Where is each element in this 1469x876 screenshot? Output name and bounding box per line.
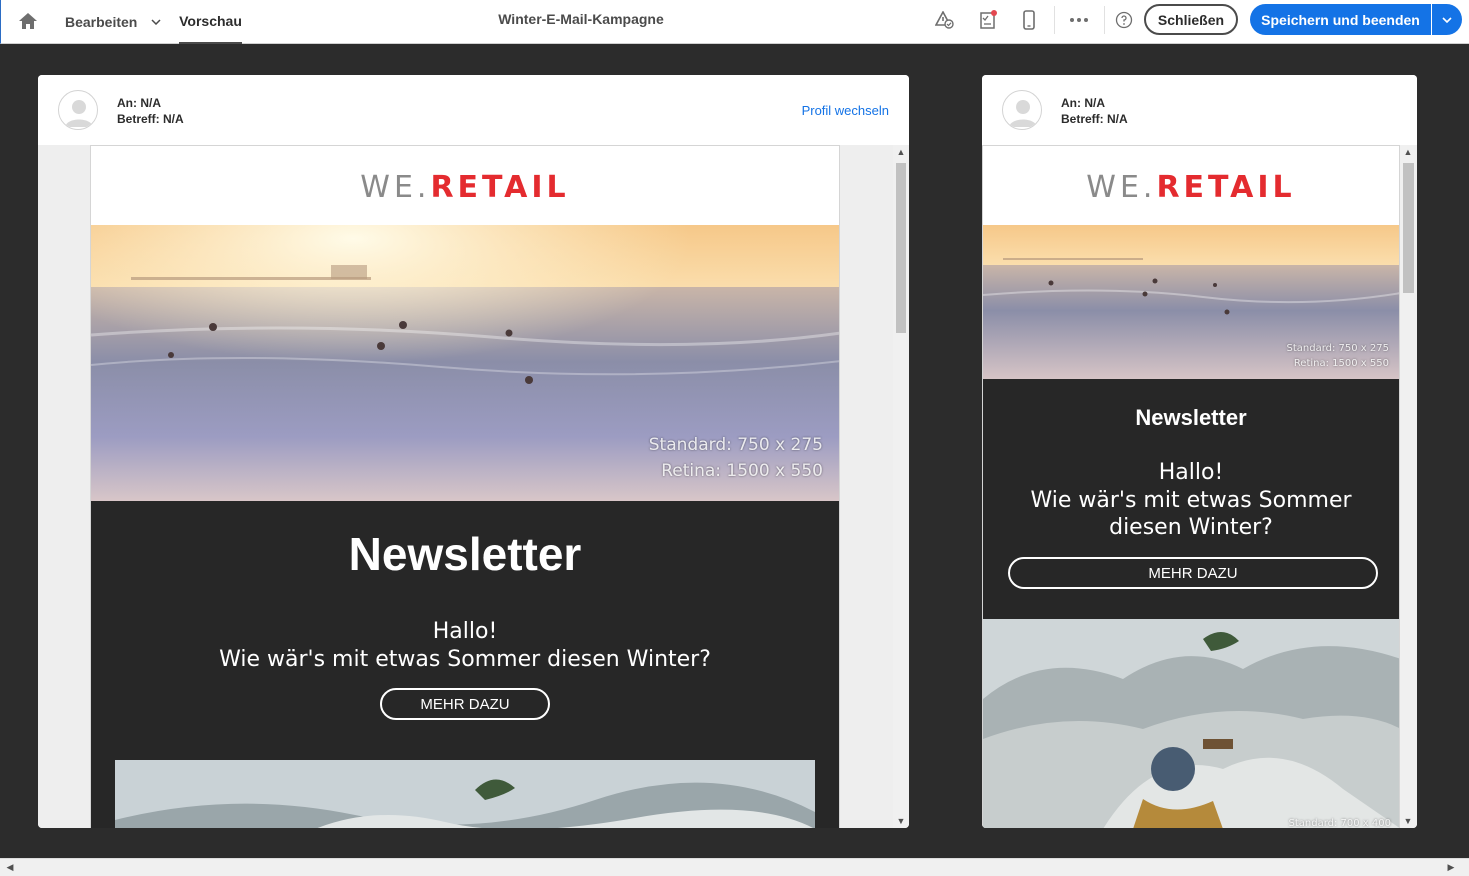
scroll-down-icon[interactable]: ▼ <box>893 816 909 826</box>
newsletter-section: Newsletter Hallo! Wie wär's mit etwas So… <box>91 501 839 828</box>
more-button[interactable]: MEHR DAZU <box>380 688 550 720</box>
subject-label: Betreff: <box>1061 112 1104 126</box>
avatar <box>58 90 98 130</box>
hero-standard-label: Standard: 750 x 275 <box>648 435 823 455</box>
scroll-up-icon[interactable]: ▲ <box>1400 147 1416 157</box>
chevron-down-icon <box>151 19 161 25</box>
logo: WE.RETAIL <box>1086 170 1296 205</box>
email-canvas: WE.RETAIL Standard: 750 x 275 Retina: 15… <box>38 145 893 828</box>
mountain-image <box>115 760 815 828</box>
scroll-right-icon[interactable]: ▶ <box>1443 862 1459 873</box>
help-icon <box>1115 11 1133 29</box>
to-label: An: <box>117 96 137 110</box>
scroll-thumb[interactable] <box>1403 163 1414 293</box>
save-options-dropdown[interactable] <box>1432 4 1462 35</box>
mobile-preview-button[interactable] <box>1014 7 1044 33</box>
hero-retina-label: Retina: 1500 x 550 <box>661 460 823 481</box>
close-button[interactable]: Schließen <box>1144 4 1238 35</box>
tab-preview-label: Vorschau <box>179 13 242 29</box>
desktop-preview-panel: An: N/A Betreff: N/A Profil wechseln WE.… <box>38 75 909 828</box>
email-body: WE.RETAIL Standard: 750 x 275 Retina: 15… <box>982 145 1400 828</box>
tab-preview[interactable]: Vorschau <box>179 0 242 44</box>
subject-value: N/A <box>1107 112 1128 126</box>
hero-standard-label: Standard: 750 x 275 <box>1286 343 1390 354</box>
checklist-button[interactable] <box>973 7 1003 33</box>
save-and-close-button[interactable]: Speichern und beenden <box>1250 4 1431 35</box>
scroll-down-icon[interactable]: ▼ <box>1400 816 1416 826</box>
logo: WE.RETAIL <box>360 170 570 205</box>
mountain-image: Standard: 700 x 400 <box>983 619 1399 828</box>
avatar <box>1002 90 1042 130</box>
hero-retina-label: Retina: 1500 x 550 <box>1293 358 1389 369</box>
email-meta: An: N/A Betreff: N/A <box>1061 95 1128 127</box>
vertical-scrollbar[interactable]: ▲ ▼ <box>1400 145 1417 828</box>
mobile-icon <box>1023 10 1035 30</box>
newsletter-title: Newsletter <box>348 528 582 580</box>
divider <box>1054 6 1055 34</box>
subject-value: N/A <box>163 112 184 126</box>
to-value: N/A <box>140 96 162 110</box>
checklist-icon <box>980 10 997 29</box>
horizontal-scrollbar[interactable]: ◀ ▶ <box>0 858 1469 876</box>
divider <box>1104 6 1105 34</box>
home-icon <box>19 13 37 29</box>
greeting-tagline: Wie wär's mit etwas Sommer diesen Winter… <box>219 646 711 672</box>
image-dimensions: Standard: 700 x 400 <box>1288 818 1392 828</box>
page-title: Winter-E-Mail-Kampagne <box>498 11 664 27</box>
more-button[interactable] <box>1064 7 1094 33</box>
greeting: Hallo! Wie wär's mit etwas Sommer diesen… <box>91 618 839 673</box>
subject-label: Betreff: <box>117 112 160 126</box>
help-button[interactable] <box>1109 7 1139 33</box>
newsletter-title: Newsletter <box>1135 405 1247 430</box>
newsletter-section: Newsletter Hallo! Wie wär's mit etwas So… <box>983 379 1399 619</box>
email-meta: An: N/A Betreff: N/A <box>117 95 184 127</box>
switch-profile-link[interactable]: Profil wechseln <box>802 103 889 118</box>
to-value: N/A <box>1084 96 1106 110</box>
email-body: WE.RETAIL Standard: 750 x 275 Retina: 15… <box>90 145 840 828</box>
mobile-preview-panel: An: N/A Betreff: N/A WE.RETAIL Standard:… <box>982 75 1417 828</box>
hero-image: Standard: 750 x 275 Retina: 1500 x 550 <box>983 225 1399 379</box>
scroll-thumb[interactable] <box>896 163 906 333</box>
alert-check-button[interactable] <box>930 7 960 33</box>
top-bar: Bearbeiten Vorschau Winter-E-Mail-Kampag… <box>0 0 1469 44</box>
greeting-hello: Hallo! <box>432 619 498 644</box>
scroll-left-icon[interactable]: ◀ <box>2 862 18 873</box>
email-header: An: N/A Betreff: N/A <box>982 75 1417 145</box>
home-button[interactable] <box>15 8 41 34</box>
more-button[interactable]: MEHR DAZU <box>1008 557 1378 589</box>
alert-check-icon <box>935 11 954 29</box>
vertical-scrollbar[interactable]: ▲ ▼ <box>893 145 909 828</box>
chevron-down-icon <box>1442 16 1452 23</box>
greeting-hello: Hallo! <box>1158 460 1224 485</box>
tab-edit[interactable]: Bearbeiten <box>65 0 165 44</box>
to-label: An: <box>1061 96 1081 110</box>
hero-dimensions: Standard: 750 x 275 Retina: 1500 x 550 <box>1287 341 1390 371</box>
greeting-tagline: Wie wär's mit etwas Sommer diesen Winter… <box>1030 487 1352 541</box>
hero-dimensions: Standard: 750 x 275 Retina: 1500 x 550 <box>649 433 823 484</box>
greeting: Hallo! Wie wär's mit etwas Sommer diesen… <box>983 459 1399 542</box>
tab-edit-label: Bearbeiten <box>65 14 138 30</box>
more-icon <box>1070 18 1088 22</box>
email-header: An: N/A Betreff: N/A Profil wechseln <box>38 75 909 145</box>
scroll-up-icon[interactable]: ▲ <box>893 147 909 157</box>
hero-image: Standard: 750 x 275 Retina: 1500 x 550 <box>91 225 839 501</box>
